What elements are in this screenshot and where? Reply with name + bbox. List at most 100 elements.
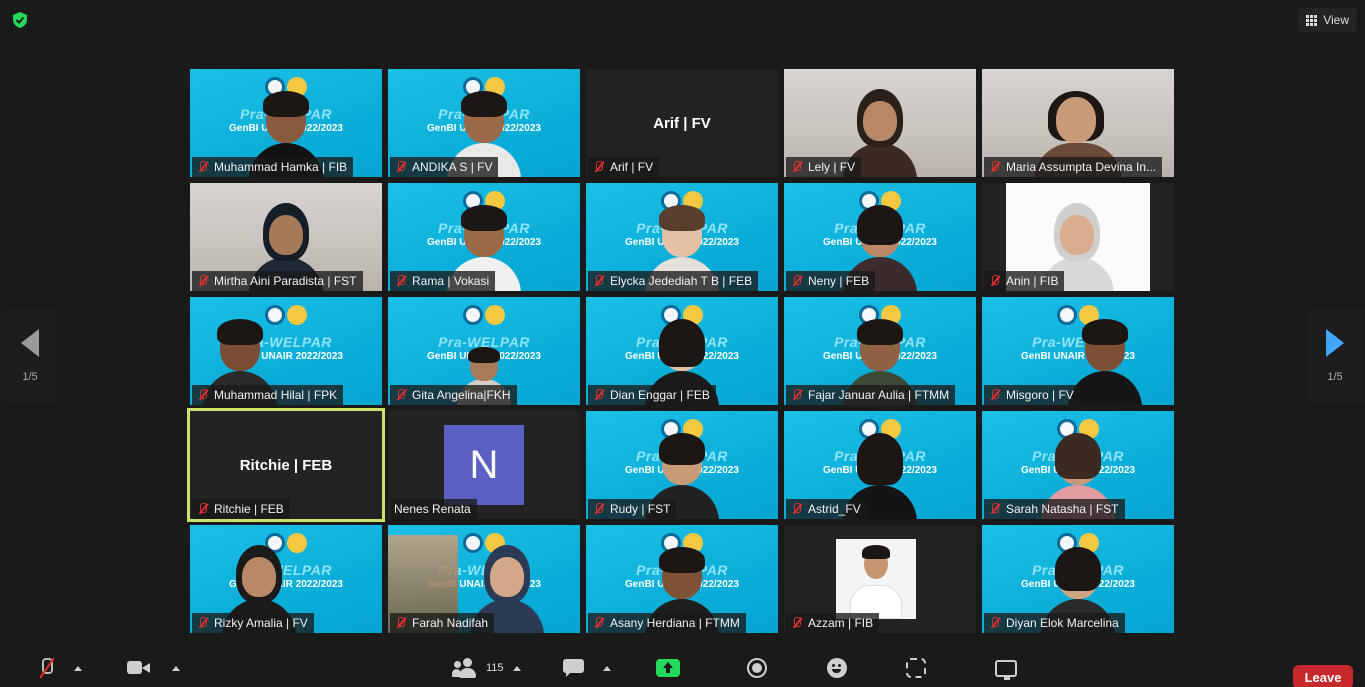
video-tile[interactable]: Mirtha Aini Paradista | FST <box>190 183 382 291</box>
video-tile[interactable]: Pra-WELPARGenBI UNAIR 2022/2023 Gita Ang… <box>388 297 580 405</box>
participant-name-tag: Muhammad Hilal | FPK <box>192 385 344 405</box>
video-tile[interactable]: Pra-WELPARGenBI UNAIR 2022/2023 Rudy | F… <box>586 411 778 519</box>
participant-name-tag: Fajar Januar Aulia | FTMM <box>786 385 956 405</box>
participant-center-name: Ritchie | FEB <box>239 457 333 474</box>
record-icon <box>747 658 767 678</box>
view-button[interactable]: View <box>1298 8 1357 32</box>
muted-mic-icon <box>196 388 210 402</box>
muted-mic-icon <box>988 274 1002 288</box>
mute-button[interactable] <box>35 656 57 680</box>
muted-mic-icon <box>394 616 408 630</box>
share-screen-icon <box>656 659 680 677</box>
participants-count: 115 <box>486 662 504 674</box>
video-tile[interactable]: Pra-WELPARGenBI UNAIR 2022/2023 Dian Eng… <box>586 297 778 405</box>
muted-mic-icon <box>790 502 804 516</box>
muted-mic-icon <box>196 616 210 630</box>
muted-mic-icon <box>592 160 606 174</box>
muted-mic-icon <box>196 160 210 174</box>
video-button[interactable] <box>127 656 151 680</box>
chevron-up-icon <box>172 665 180 671</box>
muted-mic-icon <box>790 616 804 630</box>
participant-name-tag: Rizky Amalia | FV <box>192 613 314 633</box>
video-options-button[interactable] <box>172 656 180 680</box>
video-tile[interactable]: Pra-WELPARGenBI UNAIR 2022/2023 Rama | V… <box>388 183 580 291</box>
reactions-button[interactable] <box>827 656 847 680</box>
video-tile[interactable]: Pra-WELPARGenBI UNAIR 2022/2023 Fajar Ja… <box>784 297 976 405</box>
video-tile[interactable]: Pra-WELPARGenBI UNAIR 2022/2023 Neny | F… <box>784 183 976 291</box>
video-tile[interactable]: Lely | FV <box>784 69 976 177</box>
video-tile[interactable]: Pra-WELPARGenBI UNAIR 2022/2023 Farah Na… <box>388 525 580 633</box>
muted-mic-icon <box>790 388 804 402</box>
chat-button[interactable] <box>563 656 585 680</box>
participant-name-tag: Lely | FV <box>786 157 862 177</box>
participant-name-tag: Asany Herdiana | FTMM <box>588 613 746 633</box>
video-tile[interactable]: Pra-WELPARGenBI UNAIR 2022/2023 ANDIKA S… <box>388 69 580 177</box>
video-tile[interactable]: Pra-WELPARGenBI UNAIR 2022/2023 Diyan El… <box>982 525 1174 633</box>
video-tile-active-speaker[interactable]: Ritchie | FEB Ritchie | FEB <box>187 408 385 522</box>
participant-name-tag: Sarah Natasha | FST <box>984 499 1125 519</box>
muted-mic-icon <box>394 388 408 402</box>
video-tile[interactable]: Pra-WELPARGenBI UNAIR 2022/2023 Muhammad… <box>190 69 382 177</box>
chevron-up-icon <box>513 665 521 671</box>
top-bar: View <box>0 0 1365 40</box>
participant-name-tag: Farah Nadifah <box>390 613 495 633</box>
participant-name-tag: Maria Assumpta Devina In... <box>984 157 1163 177</box>
participant-name-tag: Mirtha Aini Paradista | FST <box>192 271 363 291</box>
audio-options-button[interactable] <box>74 656 82 680</box>
chat-options-button[interactable] <box>603 656 611 680</box>
video-tile[interactable]: Arif | FV Arif | FV <box>586 69 778 177</box>
microphone-muted-icon <box>35 657 57 679</box>
video-tile[interactable]: Pra-WELPARGenBI UNAIR 2022/2023 Sarah Na… <box>982 411 1174 519</box>
share-screen-button[interactable] <box>656 656 680 680</box>
video-tile[interactable]: Azzam | FIB <box>784 525 976 633</box>
next-page-button[interactable]: 1/5 <box>1307 308 1363 404</box>
participant-name-tag: Anin | FIB <box>984 271 1065 291</box>
arrow-left-icon <box>21 329 39 357</box>
grid-view-icon <box>1306 14 1318 26</box>
muted-mic-icon <box>196 502 210 516</box>
whiteboard-button[interactable] <box>995 656 1017 680</box>
participant-name-tag: Neny | FEB <box>786 271 876 291</box>
video-tile[interactable]: N Nenes Renata <box>388 411 580 519</box>
muted-mic-icon <box>592 274 606 288</box>
video-tile[interactable]: Anin | FIB <box>982 183 1174 291</box>
record-button[interactable] <box>747 656 767 680</box>
muted-mic-icon <box>592 502 606 516</box>
video-tile[interactable]: Pra-WELPARGenBI UNAIR 2022/2023 Muhammad… <box>190 297 382 405</box>
participant-name-tag: Astrid_FV <box>786 499 867 519</box>
muted-mic-icon <box>394 160 408 174</box>
muted-mic-icon <box>196 274 210 288</box>
video-tile[interactable]: Pra-WELPARGenBI UNAIR 2022/2023 Astrid_F… <box>784 411 976 519</box>
meeting-toolbar: 115 Leave <box>0 648 1365 687</box>
participant-name-tag: Gita Angelina|FKH <box>390 385 517 405</box>
video-tile[interactable]: Pra-WELPAR GenBI UNAIR 2022/2023 Misgoro … <box>982 297 1174 405</box>
participants-button[interactable]: 115 <box>452 656 504 680</box>
video-tile[interactable]: Pra-WELPARGenBI UNAIR 2022/2023 Asany He… <box>586 525 778 633</box>
participant-name-tag: Nenes Renata <box>390 499 477 519</box>
participant-name-tag: Diyan Elok Marcelina <box>984 613 1125 633</box>
muted-mic-icon <box>592 616 606 630</box>
muted-mic-icon <box>988 388 1002 402</box>
participants-options-button[interactable] <box>513 656 521 680</box>
participant-name-tag: Muhammad Hamka | FIB <box>192 157 354 177</box>
participants-icon <box>452 658 478 678</box>
participant-name-tag: Misgoro | FV <box>984 385 1080 405</box>
participant-name-tag: Azzam | FIB <box>786 613 880 633</box>
page-indicator-right: 1/5 <box>1327 371 1343 383</box>
participant-name-tag: Ritchie | FEB <box>192 499 290 519</box>
muted-mic-icon <box>592 388 606 402</box>
video-tile[interactable]: Pra-WELPARGenBI UNAIR 2022/2023 Elycka J… <box>586 183 778 291</box>
chat-icon <box>563 659 585 677</box>
apps-button[interactable] <box>906 656 926 680</box>
muted-mic-icon <box>790 160 804 174</box>
leave-button[interactable]: Leave <box>1293 665 1353 687</box>
video-tile[interactable]: Maria Assumpta Devina In... <box>982 69 1174 177</box>
previous-page-button[interactable]: 1/5 <box>2 308 58 404</box>
chevron-up-icon <box>603 665 611 671</box>
camera-icon <box>127 659 151 677</box>
security-shield-icon[interactable] <box>11 11 29 29</box>
participant-name-tag: Rudy | FST <box>588 499 677 519</box>
video-tile[interactable]: Pra-WELPAR GenBI UNAIR 2022/2023 Rizky Am… <box>190 525 382 633</box>
chevron-up-icon <box>74 665 82 671</box>
arrow-right-icon <box>1326 329 1344 357</box>
